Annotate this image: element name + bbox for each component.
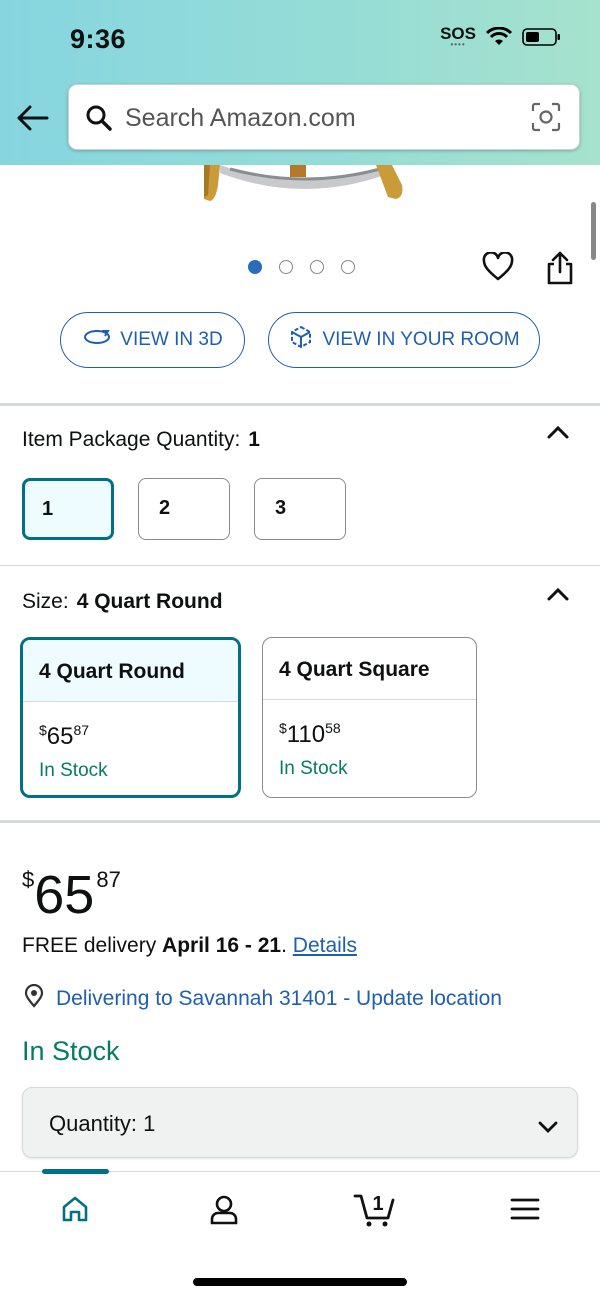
package-qty-option-1[interactable]: 1 xyxy=(22,478,114,540)
package-quantity-label: Item Package Quantity: 1 xyxy=(22,428,260,452)
delivery-location-text: Delivering to Savannah 31401 - Update lo… xyxy=(56,987,502,1010)
collapse-caret-icon[interactable] xyxy=(546,586,570,607)
section-divider xyxy=(0,403,600,406)
cart-count: 1 xyxy=(372,1193,383,1215)
wishlist-heart-icon[interactable] xyxy=(482,251,514,287)
size-option-name: 4 Quart Square xyxy=(263,638,476,700)
size-option-stock: In Stock xyxy=(39,760,108,781)
product-price: $6587 xyxy=(22,865,121,925)
location-pin-icon xyxy=(22,983,46,1014)
package-quantity-selected: 1 xyxy=(248,428,260,451)
wifi-icon xyxy=(486,27,512,47)
search-icon xyxy=(85,104,113,137)
size-option-4-quart-square[interactable]: 4 Quart Square $11058 In Stock xyxy=(262,637,477,798)
battery-icon xyxy=(522,27,562,47)
home-icon[interactable] xyxy=(60,1194,90,1229)
carousel-dot[interactable] xyxy=(279,260,293,274)
quantity-label: Quantity: xyxy=(49,1111,138,1136)
menu-icon[interactable] xyxy=(510,1196,540,1227)
size-option-4-quart-round[interactable]: 4 Quart Round $6587 In Stock xyxy=(20,637,241,798)
carousel-dot[interactable] xyxy=(341,260,355,274)
delivery-info: FREE delivery April 16 - 21. Details xyxy=(22,934,357,957)
scrollbar[interactable] xyxy=(591,202,596,260)
view-in-3d-button[interactable]: VIEW IN 3D xyxy=(60,312,245,368)
share-icon[interactable] xyxy=(545,250,575,291)
status-icons: SOS •••• xyxy=(440,25,562,49)
section-divider xyxy=(0,820,600,823)
quantity-value: 1 xyxy=(143,1111,156,1136)
home-indicator-bar[interactable] xyxy=(193,1278,407,1286)
search-input[interactable] xyxy=(125,99,525,137)
availability-status: In Stock xyxy=(22,1036,120,1066)
bottom-navigation: 1 xyxy=(0,1169,600,1298)
account-icon[interactable] xyxy=(208,1194,240,1231)
delivery-details-link[interactable]: Details xyxy=(293,934,357,957)
size-option-price: $6587 xyxy=(39,722,90,750)
view-in-3d-label: VIEW IN 3D xyxy=(120,329,223,350)
quantity-dropdown[interactable]: Quantity: 1 xyxy=(22,1087,578,1158)
carousel-dot[interactable] xyxy=(310,260,324,274)
chevron-down-icon xyxy=(537,1114,559,1140)
search-bar[interactable] xyxy=(68,84,580,150)
package-quantity-title: Item Package Quantity: xyxy=(22,428,241,451)
ar-cube-icon xyxy=(288,324,314,356)
sos-indicator: SOS •••• xyxy=(440,25,476,49)
delivery-location-link[interactable]: Delivering to Savannah 31401 - Update lo… xyxy=(22,983,502,1014)
package-qty-option-2[interactable]: 2 xyxy=(138,478,230,540)
image-carousel-dots xyxy=(248,260,355,274)
view-in-your-room-button[interactable]: VIEW IN YOUR ROOM xyxy=(268,312,540,368)
status-time: 9:36 xyxy=(70,24,127,54)
section-divider xyxy=(0,565,600,566)
size-option-name: 4 Quart Round xyxy=(23,640,238,702)
product-image[interactable] xyxy=(190,165,420,205)
camera-scan-icon[interactable] xyxy=(531,102,561,137)
header: 9:36 SOS •••• xyxy=(0,0,600,165)
size-selected: 4 Quart Round xyxy=(76,590,223,613)
size-title: Size: xyxy=(22,590,69,613)
collapse-caret-icon[interactable] xyxy=(546,424,570,445)
carousel-dot[interactable] xyxy=(248,260,262,274)
active-tab-indicator xyxy=(42,1169,109,1174)
package-qty-option-3[interactable]: 3 xyxy=(254,478,346,540)
rotate-3d-icon xyxy=(82,327,112,353)
view-in-your-room-label: VIEW IN YOUR ROOM xyxy=(322,329,520,350)
cart-icon[interactable]: 1 xyxy=(352,1188,396,1233)
back-arrow-icon[interactable] xyxy=(16,104,52,134)
size-label: Size: 4 Quart Round xyxy=(22,590,223,614)
size-option-price: $11058 xyxy=(279,720,341,748)
size-option-stock: In Stock xyxy=(279,758,348,779)
